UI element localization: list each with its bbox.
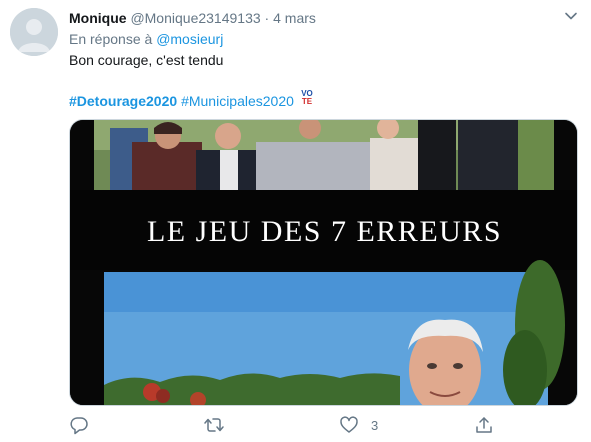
vote-emoji-icon: VO TE (299, 88, 315, 106)
avatar[interactable] (10, 8, 58, 56)
retweet-button[interactable] (203, 414, 225, 436)
reply-button[interactable] (69, 414, 89, 436)
reply-prefix: En réponse à (69, 31, 153, 47)
display-name[interactable]: Monique (69, 10, 127, 26)
like-button[interactable]: 3 (339, 414, 378, 436)
vote-emoji-bottom: TE (302, 97, 313, 106)
retweet-icon (204, 418, 224, 432)
default-avatar-icon (10, 8, 58, 56)
reply-context: En réponse à @mosieurj (69, 29, 223, 49)
tweet-text: Bon courage, c'est tendu (69, 52, 224, 68)
reply-mention-link[interactable]: @mosieurj (156, 31, 223, 47)
hashtag-link[interactable]: #Municipales2020 (181, 93, 294, 109)
reply-icon (70, 417, 88, 435)
media-title-text: LE JEU DES 7 ERREURS (146, 215, 503, 248)
hashtag-line: #Detourage2020 #Municipales2020 VO TE (69, 88, 315, 112)
user-handle[interactable]: @Monique23149133 (130, 10, 260, 26)
like-count: 3 (371, 417, 379, 433)
tweet-header: Monique @Monique23149133 · 4 mars (69, 8, 316, 28)
chevron-down-icon (565, 12, 577, 20)
separator-dot: · (264, 10, 270, 26)
heart-icon (340, 416, 358, 433)
hashtag-link[interactable]: #Detourage2020 (69, 93, 177, 109)
tweet[interactable]: Monique @Monique23149133 · 4 mars En rép… (0, 0, 591, 442)
more-options-button[interactable] (563, 8, 579, 24)
share-icon (476, 417, 492, 433)
tweet-actions: 3 (69, 414, 578, 438)
tweet-media-image[interactable]: LE JEU DES 7 ERREURS (69, 119, 578, 406)
tweet-date[interactable]: 4 mars (273, 10, 316, 26)
share-button[interactable] (474, 414, 494, 436)
media-photo (70, 120, 577, 405)
